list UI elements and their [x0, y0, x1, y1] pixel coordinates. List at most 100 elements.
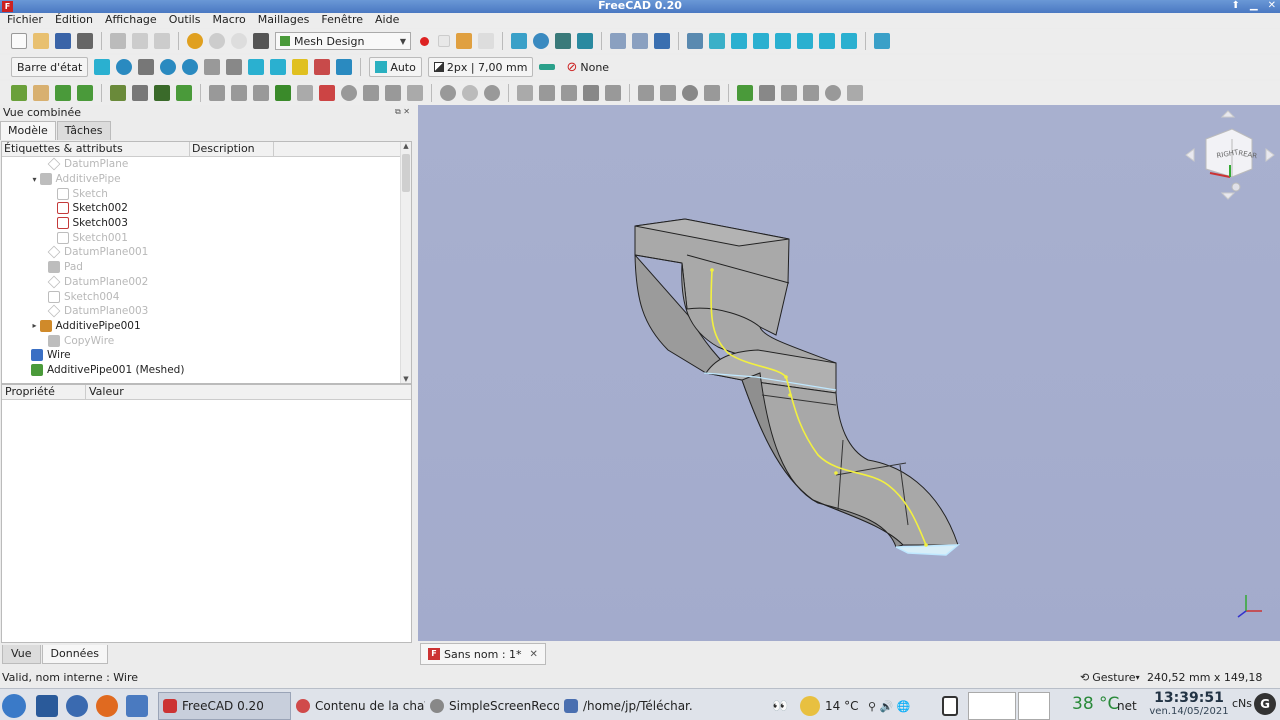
tree-header-labels[interactable]: Étiquettes & attributs [2, 142, 190, 156]
save-icon[interactable] [55, 33, 71, 49]
run-macro-icon[interactable] [478, 33, 494, 49]
mesh-open-icon[interactable] [33, 85, 49, 101]
mesh-box-icon[interactable] [407, 85, 423, 101]
navcube-down-arrow[interactable] [1220, 192, 1236, 200]
whats-this-icon[interactable] [253, 33, 269, 49]
mesh-merge-icon[interactable] [605, 85, 621, 101]
navcube-left-arrow[interactable] [1185, 148, 1195, 162]
menu-fichier[interactable]: Fichier [7, 13, 43, 28]
auto-button[interactable]: Auto [369, 57, 422, 77]
tree-item[interactable]: Sketch004 [2, 289, 411, 304]
fit-all-icon[interactable] [511, 33, 527, 49]
taskbar-item-browser[interactable]: Contenu de la chaî... [292, 692, 425, 720]
menu-aide[interactable]: Aide [375, 13, 399, 28]
tab-modele[interactable]: Modèle [0, 121, 56, 140]
tab-taches[interactable]: Tâches [56, 121, 111, 140]
scrollbar-thumb[interactable] [402, 154, 410, 192]
prop-header-value[interactable]: Valeur [86, 385, 411, 399]
bottom-view-icon[interactable] [819, 33, 835, 49]
tab-vue[interactable]: Vue [2, 645, 41, 664]
taskbar-item-freecad[interactable]: FreeCAD 0.20 [158, 692, 291, 720]
launcher-file-manager[interactable] [122, 692, 152, 720]
top-view-icon[interactable] [753, 33, 769, 49]
3d-scene[interactable]: RIGHT REAR [418, 105, 1280, 641]
tree-item[interactable]: Sketch001 [2, 230, 411, 245]
tree-item[interactable]: AdditivePipe001 (Meshed) [2, 363, 411, 378]
scroll-up-icon[interactable]: ▲ [401, 142, 411, 150]
tree-item[interactable]: ▾ AdditivePipe [2, 172, 411, 187]
tray-weather[interactable]: 14 °C [796, 692, 860, 720]
taskbar-item-file-manager[interactable]: /home/jp/Téléchar... [560, 692, 693, 720]
keyboard-layout[interactable]: cNs [1232, 697, 1252, 710]
mesh-from-shape-icon[interactable] [77, 85, 93, 101]
show-desktop-button[interactable] [32, 692, 60, 720]
sync-view-icon[interactable] [654, 33, 670, 49]
front-view-icon[interactable] [731, 33, 747, 49]
clock[interactable]: 13:39:51 ven.14/05/2021 [1148, 690, 1230, 718]
copy-icon[interactable] [132, 33, 148, 49]
prop-header-property[interactable]: Propriété [2, 385, 86, 399]
mesh-import-icon[interactable] [11, 85, 27, 101]
measure-distance-icon[interactable] [874, 33, 890, 49]
mesh-intersection-icon[interactable] [462, 85, 478, 101]
zoom-icon[interactable] [116, 59, 133, 75]
navigation-style-button[interactable]: ⟲ Gesture ▾ [1080, 671, 1140, 684]
scroll-down-icon[interactable]: ▼ [401, 375, 411, 383]
back-icon[interactable] [610, 33, 626, 49]
left-view-icon[interactable] [841, 33, 857, 49]
paste-icon[interactable] [154, 33, 170, 49]
tray-icons[interactable]: ⚲ 🔊 🌐 [864, 692, 928, 720]
tree-item[interactable]: Pad [2, 260, 411, 275]
fit-selection-icon[interactable] [533, 33, 549, 49]
launcher-firefox[interactable] [92, 692, 120, 720]
start-menu-button[interactable] [0, 692, 30, 720]
selection-filter-icon[interactable] [314, 59, 331, 75]
tree-item[interactable]: CopyWire [2, 333, 411, 348]
toggle-3d-icon[interactable] [336, 59, 353, 75]
mesh-curvature-icon[interactable] [583, 85, 599, 101]
document-icon[interactable] [138, 59, 155, 75]
taskbar-item-recorder[interactable]: SimpleScreenReco... [426, 692, 559, 720]
navcube-right-arrow[interactable] [1265, 148, 1275, 162]
mesh-difference-icon[interactable] [484, 85, 500, 101]
menu-edition[interactable]: Édition [55, 13, 93, 28]
workbench-selector[interactable]: Mesh Design ▼ [275, 32, 411, 50]
mesh-harmonize-icon[interactable] [132, 85, 148, 101]
cut-icon[interactable] [110, 33, 126, 49]
expand-icon[interactable]: ▸ [30, 321, 40, 330]
collapse-icon[interactable]: ▾ [30, 175, 40, 184]
link-icon[interactable] [204, 59, 221, 75]
mesh-sphere-icon[interactable] [341, 85, 357, 101]
mesh-remove-icon[interactable] [275, 85, 291, 101]
isometric-icon[interactable] [709, 33, 725, 49]
cube-view-icon[interactable] [270, 59, 287, 75]
menu-affichage[interactable]: Affichage [105, 13, 157, 28]
tab-donnees[interactable]: Données [41, 645, 108, 664]
mesh-export-icon[interactable] [55, 85, 71, 101]
mesh-cut-icon[interactable] [297, 85, 313, 101]
open-document-icon[interactable] [33, 33, 49, 49]
close-tab-icon[interactable]: ✕ [530, 649, 538, 660]
mesh-cross-sections-icon[interactable] [561, 85, 577, 101]
menu-outils[interactable]: Outils [169, 13, 201, 28]
linewidth-button[interactable]: 2px | 7,00 mm [427, 57, 534, 77]
mesh-delete-icon[interactable] [319, 85, 335, 101]
mesh-pick-icon[interactable] [759, 85, 775, 101]
mesh-trim-icon[interactable] [209, 85, 225, 101]
navigation-cube[interactable]: RIGHT REAR [1185, 110, 1275, 200]
tree-item[interactable]: Sketch [2, 186, 411, 201]
rotate-left-icon[interactable] [160, 59, 177, 75]
record-macro-icon[interactable] [420, 36, 429, 46]
edit-macro-icon[interactable] [456, 33, 472, 49]
panel-float-close-icons[interactable]: ⧉ ✕ [395, 107, 410, 117]
mesh-analyze-icon[interactable] [110, 85, 126, 101]
part-icon[interactable] [226, 59, 243, 75]
additive-pipe-solid[interactable] [634, 218, 961, 556]
navcube-up-arrow[interactable] [1220, 110, 1236, 118]
mesh-eval-icon[interactable] [660, 85, 676, 101]
clipping-icon[interactable] [292, 59, 309, 75]
mesh-segment-icon[interactable] [385, 85, 401, 101]
tree-item[interactable]: DatumPlane002 [2, 275, 411, 290]
mesh-vertex-curvature-icon[interactable] [638, 85, 654, 101]
menu-fenetre[interactable]: Fenêtre [321, 13, 363, 28]
